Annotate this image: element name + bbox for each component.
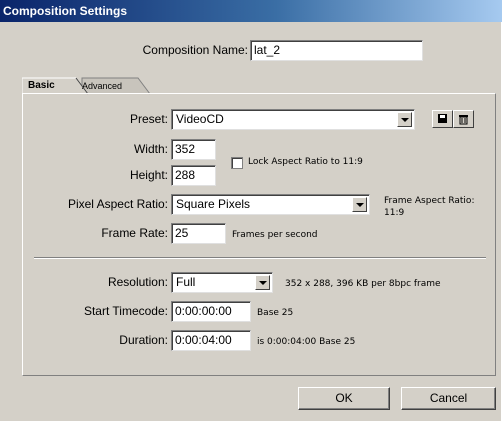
save-preset-button[interactable] bbox=[432, 110, 453, 128]
frame-rate-input[interactable]: 25 bbox=[171, 223, 226, 244]
tab-basic[interactable]: Basic bbox=[28, 80, 55, 91]
floppy-disk-icon bbox=[438, 114, 447, 123]
composition-name-label: Composition Name: bbox=[142, 43, 248, 57]
preset-select[interactable]: VideoCD bbox=[171, 109, 415, 130]
lock-aspect-label: Lock Aspect Ratio to 11:9 bbox=[248, 157, 363, 167]
ok-button[interactable]: OK bbox=[298, 387, 390, 410]
height-label: Height: bbox=[129, 168, 168, 182]
start-timecode-base: Base 25 bbox=[257, 308, 294, 318]
tab-advanced[interactable]: Advanced bbox=[82, 81, 122, 91]
duration-input[interactable]: 0:00:04:00 bbox=[171, 330, 251, 351]
width-label: Width: bbox=[133, 142, 168, 156]
start-timecode-label: Start Timecode: bbox=[83, 304, 168, 318]
frame-aspect-value: 11:9 bbox=[384, 208, 405, 218]
delete-preset-button[interactable] bbox=[453, 110, 474, 128]
duration-label: Duration: bbox=[119, 333, 168, 347]
pixel-aspect-value: Square Pixels bbox=[176, 197, 251, 211]
frame-aspect-label: Frame Aspect Ratio: bbox=[384, 196, 475, 206]
pixel-aspect-select[interactable]: Square Pixels bbox=[171, 194, 370, 215]
frame-rate-unit: Frames per second bbox=[232, 230, 318, 240]
trash-icon bbox=[459, 115, 468, 125]
height-input[interactable]: 288 bbox=[171, 165, 216, 186]
frame-rate-label: Frame Rate: bbox=[101, 226, 168, 240]
divider bbox=[34, 257, 486, 259]
composition-name-input[interactable]: lat_2 bbox=[250, 40, 423, 61]
cancel-button[interactable]: Cancel bbox=[401, 387, 496, 410]
preset-value: VideoCD bbox=[176, 112, 224, 126]
pixel-aspect-label: Pixel Aspect Ratio: bbox=[67, 197, 168, 211]
resolution-select[interactable]: Full bbox=[171, 272, 273, 293]
chevron-down-icon bbox=[352, 197, 367, 212]
resolution-label: Resolution: bbox=[107, 275, 168, 289]
preset-label: Preset: bbox=[129, 112, 168, 126]
start-timecode-input[interactable]: 0:00:00:00 bbox=[171, 301, 251, 322]
resolution-info: 352 x 288, 396 KB per 8bpc frame bbox=[285, 279, 441, 289]
chevron-down-icon bbox=[255, 275, 270, 290]
chevron-down-icon bbox=[397, 112, 412, 127]
duration-info: is 0:00:04:00 Base 25 bbox=[257, 337, 356, 347]
lock-aspect-checkbox[interactable] bbox=[231, 157, 243, 169]
width-input[interactable]: 352 bbox=[171, 139, 216, 160]
window-title: Composition Settings bbox=[0, 0, 502, 22]
resolution-value: Full bbox=[176, 275, 196, 289]
composition-settings-dialog: Composition Settings Composition Name: l… bbox=[0, 0, 502, 421]
